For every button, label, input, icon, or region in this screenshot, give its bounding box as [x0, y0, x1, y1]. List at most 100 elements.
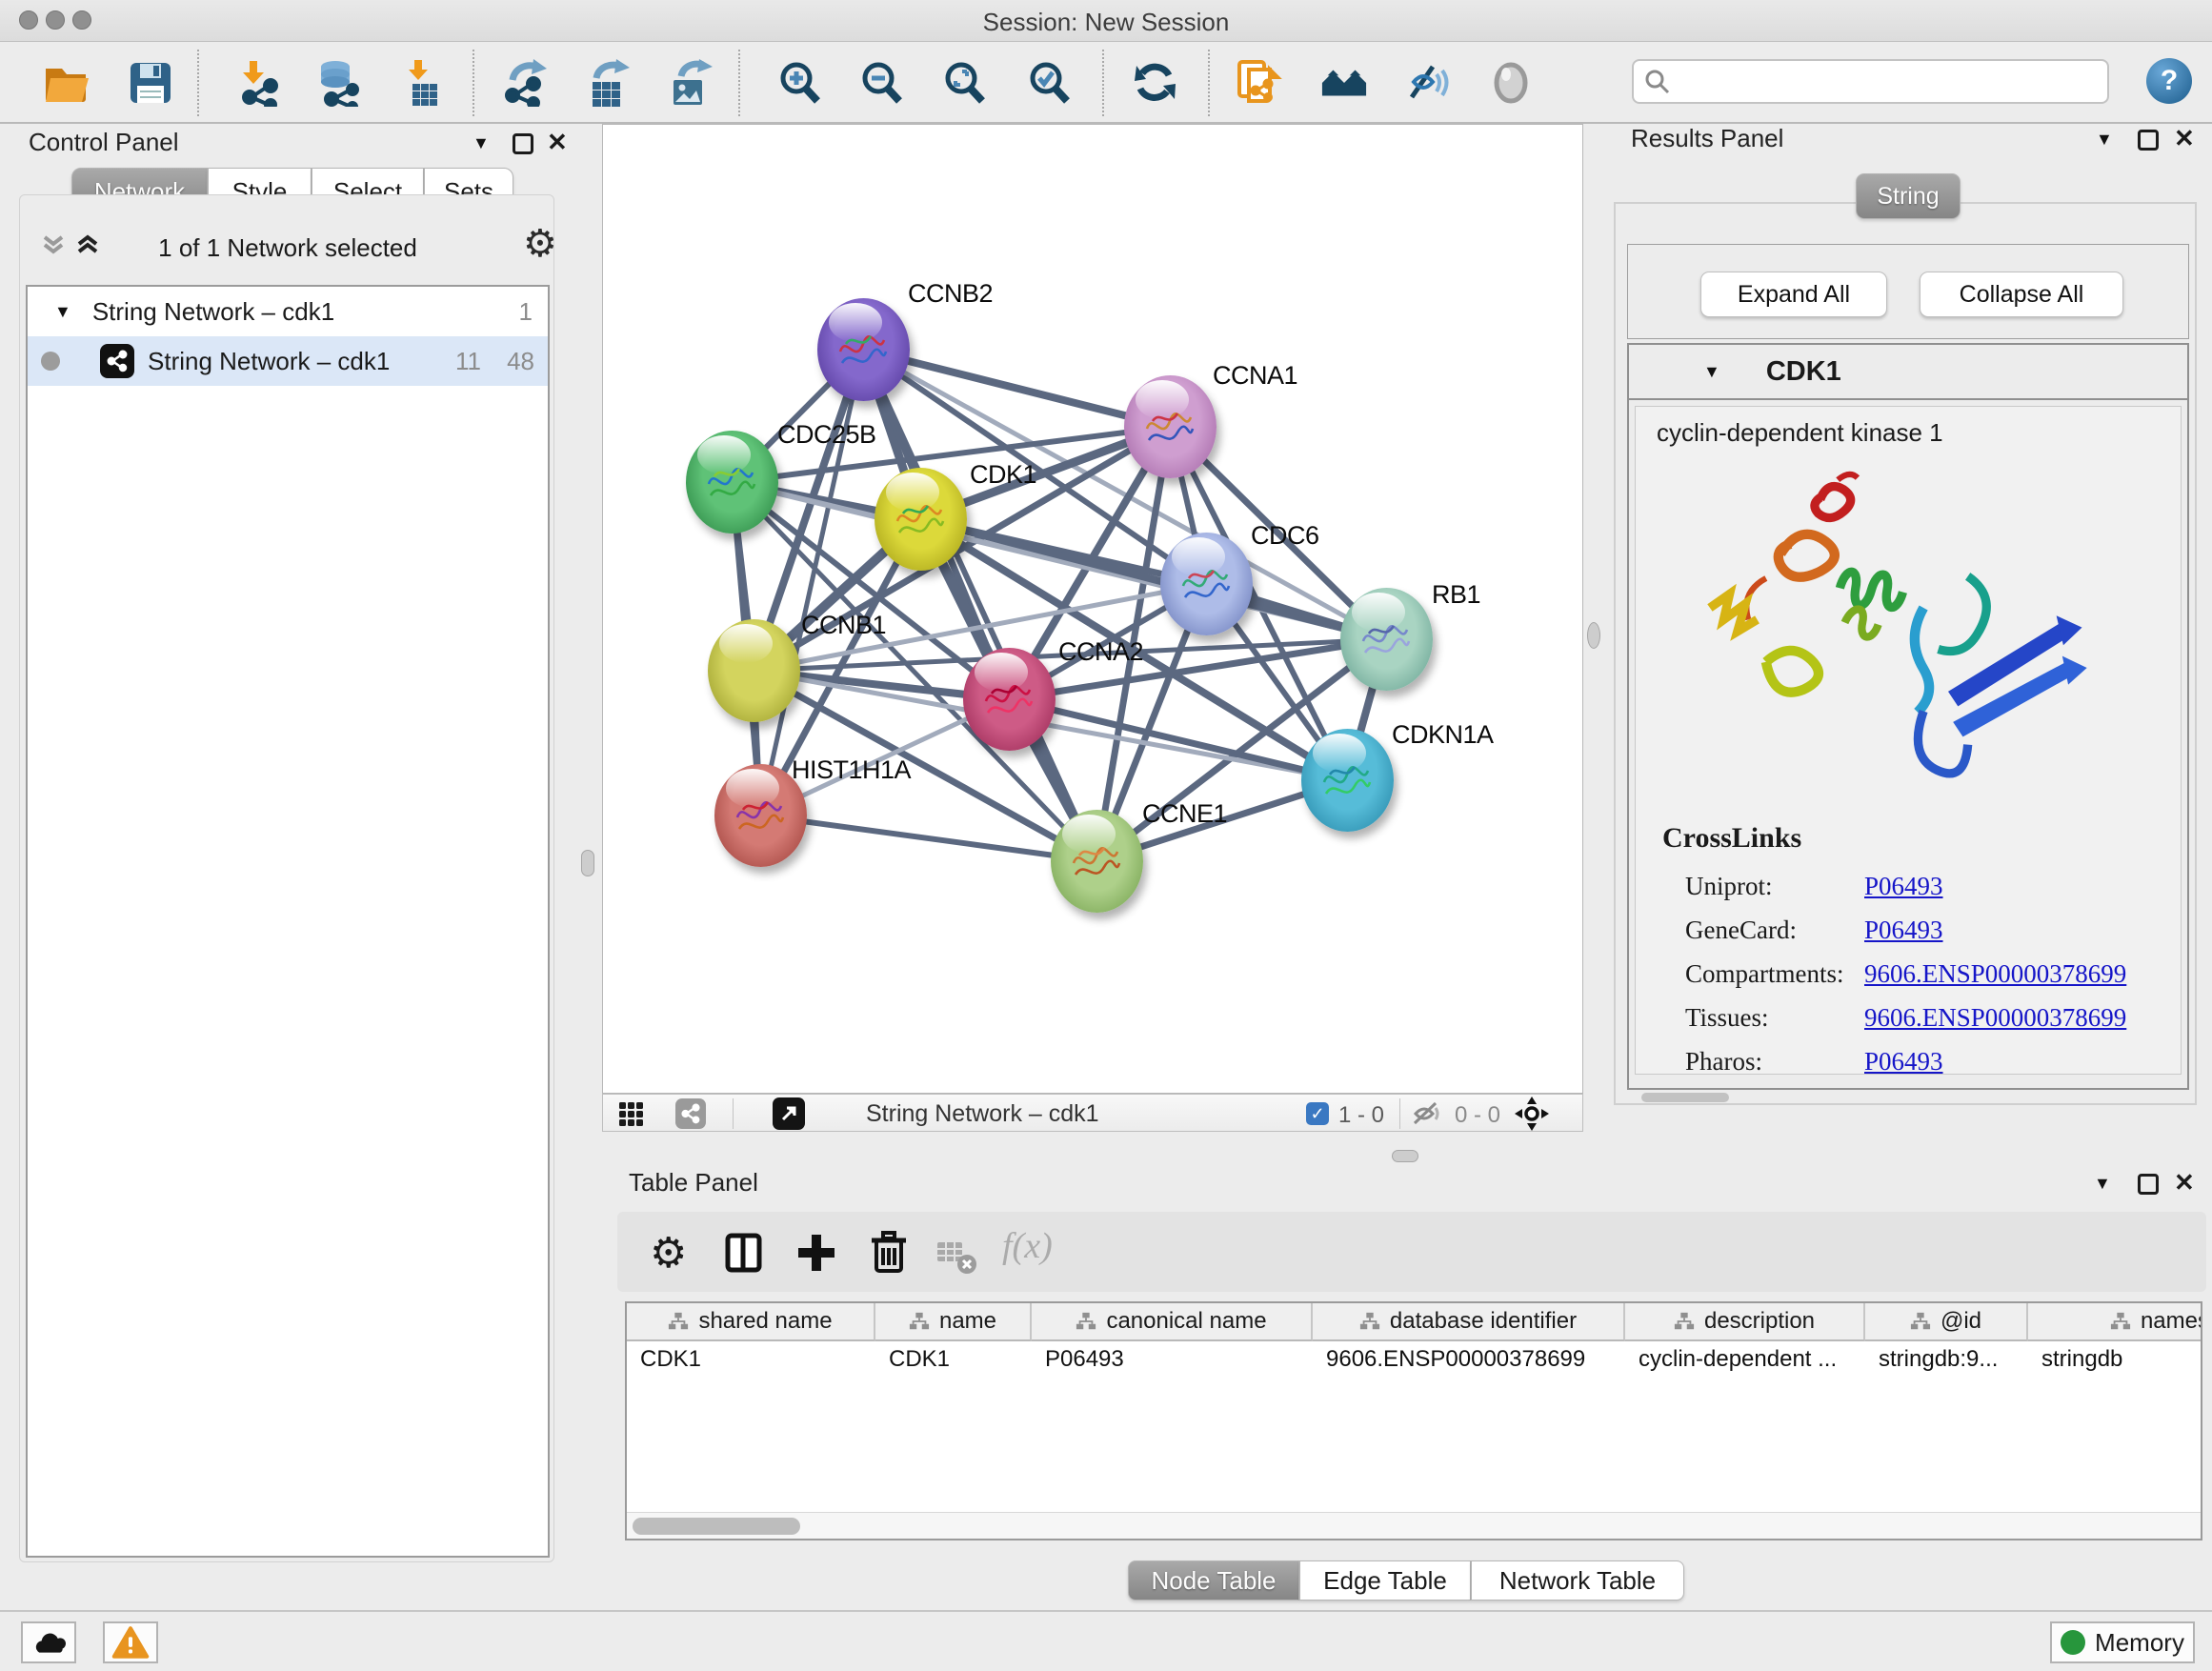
export-image-button[interactable]: [666, 59, 714, 107]
node-CCNB1[interactable]: [708, 619, 800, 722]
node-CDC25B[interactable]: [686, 431, 778, 534]
open-session-button[interactable]: [43, 59, 90, 107]
hidden-eye-icon[interactable]: [1411, 1100, 1443, 1132]
import-network-file-button[interactable]: [234, 59, 282, 107]
zoom-selected-button[interactable]: [1026, 59, 1074, 107]
control-panel-menu-icon[interactable]: ▼: [473, 133, 490, 153]
refresh-view-button[interactable]: [1132, 59, 1179, 107]
table-toolbar: ⚙ f(x): [617, 1212, 2206, 1292]
protein-ribbon-thumbnail: [1139, 400, 1200, 461]
zoom-out-button[interactable]: [858, 59, 906, 107]
save-session-button[interactable]: [127, 59, 174, 107]
birds-eye-toggle-icon[interactable]: [1514, 1096, 1550, 1137]
crosslink-value-link[interactable]: 9606.ENSP00000378699: [1864, 1003, 2126, 1033]
cell-database-identifier[interactable]: 9606.ENSP00000378699: [1313, 1341, 1625, 1378]
import-network-database-button[interactable]: [314, 59, 362, 107]
crosslink-value-link[interactable]: 9606.ENSP00000378699: [1864, 959, 2126, 989]
gene-expander-icon[interactable]: ▼: [1703, 362, 1720, 382]
edge-HIST1H1A-CCNE1[interactable]: [760, 815, 1096, 861]
control-panel-float-icon[interactable]: [513, 133, 533, 154]
help-button[interactable]: ?: [2146, 58, 2192, 104]
crosslink-value-link[interactable]: P06493: [1864, 1047, 1943, 1077]
node-label-CDKN1A: CDKN1A: [1392, 720, 1494, 750]
node-RB1[interactable]: [1340, 588, 1433, 691]
cell-name[interactable]: CDK1: [875, 1341, 1032, 1378]
cell-canonical-name[interactable]: P06493: [1032, 1341, 1313, 1378]
table-hscrollbar[interactable]: [627, 1512, 2201, 1539]
table-panel-float-icon[interactable]: [2138, 1174, 2159, 1195]
string-view-icon[interactable]: [675, 1098, 706, 1129]
results-panel-menu-icon[interactable]: ▼: [2096, 130, 2113, 150]
gene-result-card: ▼ CDK1 cyclin-dependent kinase 1: [1627, 343, 2189, 1090]
node-CCNA2[interactable]: [963, 648, 1056, 751]
column-header-namespace[interactable]: namespace: [2028, 1303, 2202, 1341]
network-options-gear-icon[interactable]: ⚙: [523, 222, 557, 266]
export-network-button[interactable]: [499, 59, 547, 107]
network-row-selected[interactable]: String Network – cdk1 11 48: [28, 336, 548, 386]
selected-checkbox-icon[interactable]: ✓: [1306, 1102, 1329, 1125]
left-splitter-handle[interactable]: [581, 850, 594, 876]
column-header-database-identifier[interactable]: database identifier: [1313, 1303, 1625, 1341]
cell-namespace[interactable]: stringdb: [2028, 1341, 2202, 1378]
crosslink-value-link[interactable]: P06493: [1864, 916, 1943, 945]
zoom-in-button[interactable]: [776, 59, 824, 107]
results-panel-close-icon[interactable]: ✕: [2174, 124, 2195, 153]
expand-all-button[interactable]: Expand All: [1700, 272, 1887, 317]
node-table[interactable]: shared nameCDK1nameCDK1canonical nameP06…: [625, 1301, 2202, 1540]
gene-card-header[interactable]: ▼ CDK1: [1629, 345, 2187, 400]
cell-description[interactable]: cyclin-dependent ...: [1625, 1341, 1865, 1378]
tab-network-table[interactable]: Network Table: [1471, 1560, 1684, 1601]
collapse-all-button[interactable]: Collapse All: [1920, 272, 2123, 317]
column-header-canonical-name[interactable]: canonical name: [1032, 1303, 1313, 1341]
zoom-fit-button[interactable]: [941, 59, 989, 107]
table-gear-icon[interactable]: ⚙: [650, 1229, 687, 1278]
column-header-shared-name[interactable]: shared name: [627, 1303, 875, 1341]
delete-row-icon[interactable]: [867, 1229, 911, 1279]
cloud-status-button[interactable]: [21, 1621, 76, 1663]
hide-glasses-button[interactable]: [1404, 59, 1452, 107]
search-field[interactable]: [1672, 69, 2107, 95]
home-button[interactable]: [1320, 59, 1368, 107]
cell--id[interactable]: stringdb:9...: [1865, 1341, 2028, 1378]
cell-shared-name[interactable]: CDK1: [627, 1341, 875, 1378]
table-hscroll-thumb[interactable]: [633, 1518, 800, 1535]
clone-network-button[interactable]: [1236, 59, 1283, 107]
table-panel-menu-icon[interactable]: ▼: [2094, 1174, 2111, 1194]
network-canvas[interactable]: CCNB2CCNA1CDC25BCDK1CDC6RB1CCNB1CCNA2CDK…: [602, 124, 1583, 1094]
node-CDC6[interactable]: [1160, 533, 1253, 635]
tab-node-table[interactable]: Node Table: [1128, 1560, 1299, 1601]
network-tab-content: 1 of 1 Network selected ⚙ ▼ String Netwo…: [19, 194, 554, 1562]
bottom-splitter-handle[interactable]: [1392, 1150, 1418, 1162]
warning-status-button[interactable]: [103, 1621, 158, 1663]
results-hscroll-thumb[interactable]: [1641, 1093, 1729, 1102]
tab-edge-table[interactable]: Edge Table: [1299, 1560, 1471, 1601]
results-panel-float-icon[interactable]: [2138, 130, 2159, 151]
column-header-name[interactable]: name: [875, 1303, 1032, 1341]
tab-string[interactable]: String: [1856, 173, 1961, 219]
open-in-window-icon[interactable]: [773, 1097, 805, 1130]
crosslink-value-link[interactable]: P06493: [1864, 872, 1943, 901]
control-panel-close-icon[interactable]: ✕: [547, 128, 568, 157]
right-splitter-handle[interactable]: [1587, 622, 1600, 649]
network-collection-row[interactable]: ▼ String Network – cdk1 1: [28, 287, 548, 336]
insert-column-icon[interactable]: [722, 1231, 766, 1279]
protein-ribbon-thumbnail: [833, 323, 894, 384]
collection-expander-icon[interactable]: ▼: [54, 302, 71, 322]
node-CCNA1[interactable]: [1124, 375, 1217, 478]
node-CDKN1A[interactable]: [1301, 729, 1394, 832]
import-table-file-button[interactable]: [401, 59, 449, 107]
column-header--id[interactable]: @id: [1865, 1303, 2028, 1341]
node-CCNE1[interactable]: [1051, 810, 1143, 913]
show-eye-button[interactable]: [1487, 59, 1535, 107]
search-input[interactable]: [1632, 59, 2109, 104]
node-CCNB2[interactable]: [817, 298, 910, 401]
column-header-description[interactable]: description: [1625, 1303, 1865, 1341]
export-table-button[interactable]: [583, 59, 631, 107]
protein-ribbon-thumbnail: [1356, 613, 1417, 674]
add-row-icon[interactable]: [794, 1231, 838, 1279]
edge-CCNB2-CCNA1[interactable]: [863, 350, 1170, 427]
table-panel-close-icon[interactable]: ✕: [2174, 1168, 2195, 1198]
memory-button[interactable]: Memory: [2050, 1621, 2195, 1663]
node-CDK1[interactable]: [875, 468, 967, 571]
grid-view-icon[interactable]: [618, 1101, 645, 1133]
